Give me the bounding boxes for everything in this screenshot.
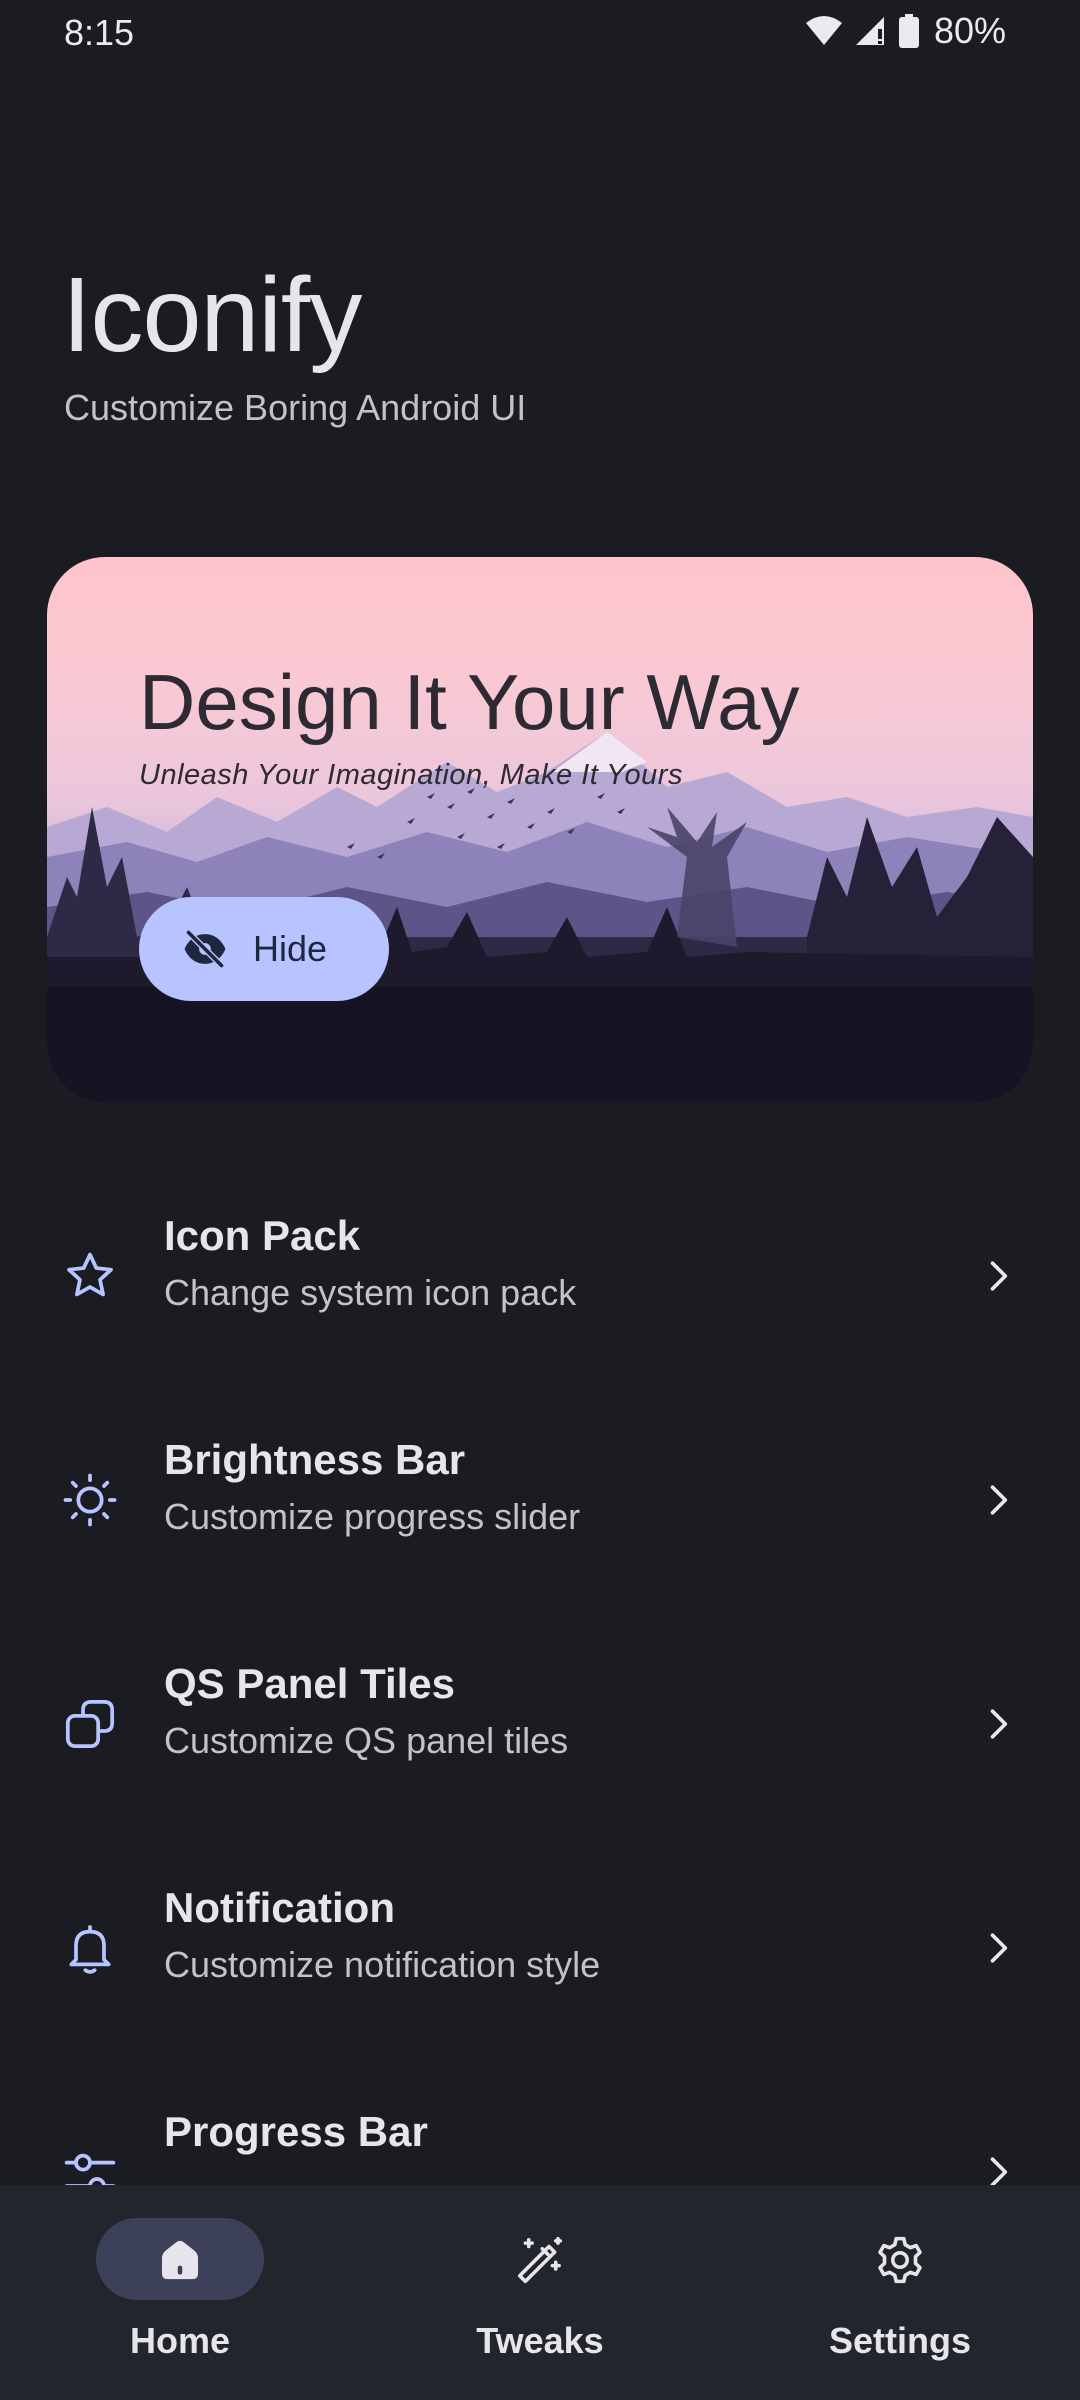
star-icon: [67, 1252, 113, 1297]
menu-item-description: Customize progress slider: [164, 1496, 581, 1537]
status-time: 8:15: [64, 12, 135, 53]
hero-title: Design It Your Way: [139, 658, 800, 746]
chevron-right-icon: [990, 1261, 1008, 1291]
menu-item-description: Change system icon pack: [164, 1272, 577, 1313]
chevron-right-icon: [990, 1485, 1008, 1515]
home-icon: [162, 2240, 198, 2280]
brightness-icon: [63, 1473, 117, 1527]
tiles-icon: [65, 1699, 115, 1749]
menu-item-description: Customize notification style: [164, 1944, 601, 1985]
mountain-scenery-illustration: [47, 732, 1033, 1103]
menu-item-qs-panel-tiles[interactable]: QS Panel Tiles Customize QS panel tiles: [0, 1636, 1080, 1816]
bell-icon: [69, 1925, 111, 1974]
home-screen: 8:15 80% Iconify Customize Boring Androi…: [0, 0, 1080, 2400]
hero-card: Design It Your Way Unleash Your Imaginat…: [47, 557, 1033, 1103]
eye-off-icon: [184, 929, 226, 969]
hide-button-label: Hide: [253, 928, 328, 969]
gear-icon: [878, 2236, 922, 2284]
menu-item-brightness-bar[interactable]: Brightness Bar Customize progress slider: [0, 1412, 1080, 1592]
signal-icon: [855, 17, 884, 45]
nav-label-tweaks: Tweaks: [476, 2320, 604, 2361]
battery-icon: [898, 14, 919, 48]
nav-item-home[interactable]: Home: [30, 2185, 330, 2400]
status-icons: 80%: [804, 10, 1006, 52]
menu-item-description: Customize QS panel tiles: [164, 1720, 569, 1761]
nav-item-tweaks[interactable]: Tweaks: [390, 2185, 690, 2400]
status-bar: 8:15 80%: [0, 0, 1080, 64]
nav-label-home: Home: [129, 2320, 231, 2361]
menu-item-title: QS Panel Tiles: [164, 1660, 456, 1707]
nav-item-settings[interactable]: Settings: [750, 2185, 1050, 2400]
menu-item-title: Progress Bar: [164, 2108, 428, 2155]
bottom-navigation: Home Tweaks Settings: [0, 2185, 1080, 2400]
wifi-icon: [805, 16, 842, 45]
menu-item-title: Icon Pack: [164, 1212, 361, 1259]
menu-item-title: Notification: [164, 1884, 395, 1931]
menu-item-icon-pack[interactable]: Icon Pack Change system icon pack: [0, 1188, 1080, 1368]
menu-item-title: Brightness Bar: [164, 1436, 466, 1483]
menu-item-notification[interactable]: Notification Customize notification styl…: [0, 1860, 1080, 2040]
app-title: Iconify: [62, 256, 362, 374]
chevron-right-icon: [990, 1933, 1008, 1963]
nav-label-settings: Settings: [828, 2320, 971, 2361]
battery-percent: 80%: [933, 10, 1006, 51]
chevron-right-icon: [990, 1709, 1008, 1739]
hero-subtitle: Unleash Your Imagination, Make It Yours: [139, 759, 683, 791]
hide-button[interactable]: Hide: [139, 897, 389, 1001]
magic-wand-icon: [517, 2236, 563, 2284]
app-subtitle: Customize Boring Android UI: [64, 387, 527, 428]
